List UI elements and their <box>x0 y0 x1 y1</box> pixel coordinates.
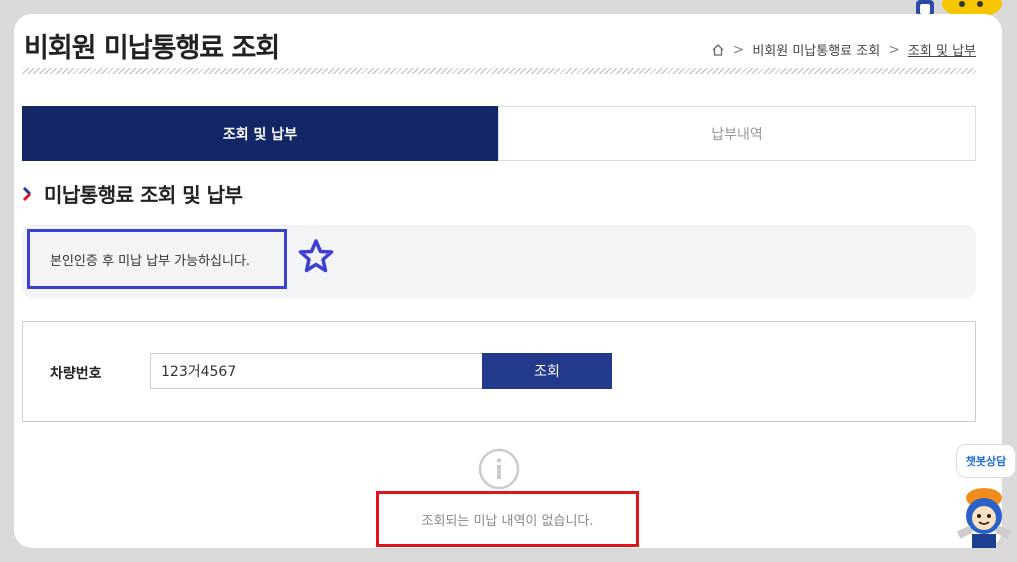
tab-payment-history[interactable]: 납부내역 <box>498 106 976 161</box>
breadcrumb-current[interactable]: 조회 및 납부 <box>908 40 976 59</box>
star-icon <box>298 239 334 273</box>
section-heading: 미납통행료 조회 및 납부 <box>22 179 243 208</box>
home-icon[interactable] <box>711 43 725 57</box>
chevron-right-icon: > <box>888 41 900 58</box>
chatbot-mascot-icon[interactable] <box>952 484 1016 548</box>
search-form: 차량번호 조회 <box>22 321 976 422</box>
notice-panel: 본인인증 후 미납 납부 가능하십니다. <box>22 225 976 298</box>
chevron-right-icon: > <box>732 41 745 58</box>
title-divider <box>22 68 976 74</box>
section-title: 미납통행료 조회 및 납부 <box>44 183 243 207</box>
page-title: 비회원 미납통행료 조회 <box>24 33 280 64</box>
notice-text: 본인인증 후 미납 납부 가능하십니다. <box>27 229 287 289</box>
info-icon <box>478 448 520 490</box>
chevron-bullet-icon <box>22 186 32 201</box>
content-card: 비회원 미납통행료 조회 > 비회원 미납통행료 조회 > 조회 및 납부 조회… <box>14 14 1002 548</box>
tab-inquiry-payment[interactable]: 조회 및 납부 <box>22 106 498 161</box>
chatbot-label[interactable]: 챗봇상담 <box>956 444 1016 478</box>
breadcrumb: > 비회원 미납통행료 조회 > 조회 및 납부 <box>711 40 976 59</box>
empty-result-message: 조회되는 미납 내역이 없습니다. <box>376 491 639 547</box>
breadcrumb-item[interactable]: 비회원 미납통행료 조회 <box>752 40 880 59</box>
plate-number-input[interactable] <box>150 353 484 389</box>
plate-number-label: 차량번호 <box>50 366 102 382</box>
tab-bar: 조회 및 납부 납부내역 <box>22 106 976 161</box>
search-button[interactable]: 조회 <box>482 353 612 389</box>
chatbot-widget[interactable]: 챗봇상담 <box>950 444 1017 550</box>
